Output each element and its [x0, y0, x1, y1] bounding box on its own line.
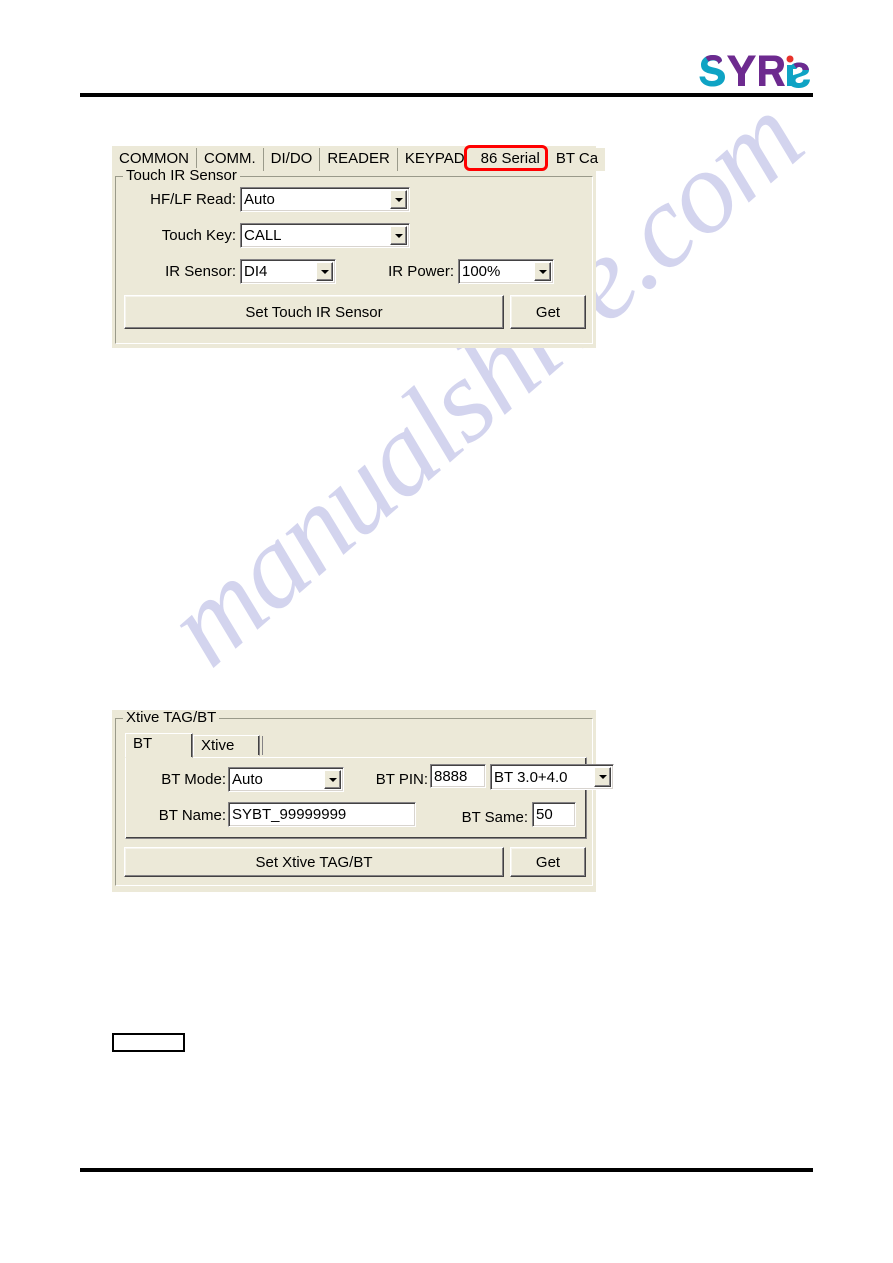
xtive-tag-bt-panel: Xtive TAG/BT BT Xtive BT Mode: Auto BT P…: [112, 710, 614, 892]
chevron-down-icon[interactable]: [594, 767, 611, 787]
logo-dot-icon: [786, 55, 794, 63]
ir-sensor-label: IR Sensor:: [165, 263, 236, 280]
get-xtive-tag-bt-button[interactable]: Get: [510, 847, 586, 877]
bt-pin-label: BT PIN:: [375, 771, 428, 788]
ir-power-label: IR Power:: [388, 263, 454, 280]
touch-key-combo[interactable]: CALL: [240, 223, 410, 248]
chevron-down-icon[interactable]: [390, 226, 407, 245]
tab-bt-ca[interactable]: BT Ca: [548, 148, 606, 171]
bt-same-input[interactable]: 50: [532, 802, 576, 827]
tab-reader[interactable]: READER: [320, 148, 398, 171]
set-xtive-tag-bt-button[interactable]: Set Xtive TAG/BT: [124, 847, 504, 877]
hf-lf-read-value: Auto: [244, 191, 275, 208]
bt-mode-label: BT Mode:: [161, 771, 226, 788]
syris-logo: [699, 52, 811, 88]
tab-strip-separator: [262, 736, 263, 755]
touch-key-label: Touch Key:: [161, 227, 236, 244]
tab-di-do[interactable]: DI/DO: [263, 148, 321, 171]
chevron-down-icon[interactable]: [390, 190, 407, 209]
tab-bt[interactable]: BT: [125, 733, 193, 758]
header-rule: [80, 93, 813, 97]
chevron-down-icon[interactable]: [324, 770, 341, 789]
chevron-down-icon[interactable]: [316, 262, 333, 281]
bt-mode-combo[interactable]: Auto: [228, 767, 344, 792]
get-touch-ir-sensor-button[interactable]: Get: [510, 295, 586, 329]
empty-placeholder-box: [112, 1033, 185, 1052]
ir-sensor-combo[interactable]: DI4: [240, 259, 336, 284]
bt-same-label: BT Same:: [461, 809, 528, 826]
hf-lf-read-combo[interactable]: Auto: [240, 187, 410, 212]
bt-version-combo[interactable]: BT 3.0+4.0: [490, 764, 614, 790]
xtive-tag-bt-groupbox: Xtive TAG/BT BT Xtive BT Mode: Auto BT P…: [115, 710, 614, 886]
ir-power-value: 100%: [462, 263, 501, 280]
chevron-down-icon[interactable]: [534, 262, 551, 281]
touch-ir-sensor-group-title: Touch IR Sensor: [123, 168, 240, 184]
bt-name-input[interactable]: SYBT_99999999: [228, 802, 416, 827]
tab-86-serial[interactable]: 86 Serial: [471, 148, 549, 171]
tab-xtive[interactable]: Xtive: [193, 735, 260, 756]
xtive-tag-bt-group-title: Xtive TAG/BT: [123, 710, 220, 726]
bt-version-value: BT 3.0+4.0: [494, 768, 568, 786]
tab-keypad[interactable]: KEYPAD: [397, 148, 472, 171]
touch-ir-sensor-groupbox: Touch IR Sensor HF/LF Read: Auto Touch K…: [115, 168, 593, 344]
bt-mode-value: Auto: [232, 771, 263, 788]
footer-rule: [80, 1168, 813, 1172]
touch-key-value: CALL: [244, 227, 282, 244]
ir-sensor-value: DI4: [244, 263, 268, 280]
bt-xtive-tab-strip: BT Xtive: [125, 733, 305, 758]
bt-tab-body: BT Mode: Auto BT PIN: 8888 BT 3.0+4.0 BT…: [125, 757, 614, 839]
logo-letter-r: [759, 55, 785, 86]
bt-pin-input[interactable]: 8888: [430, 764, 486, 788]
touch-ir-sensor-panel: COMMON COMM. DI/DO READER KEYPAD 86 Seri…: [112, 145, 606, 348]
logo-letter-y: [727, 55, 756, 86]
ir-power-combo[interactable]: 100%: [458, 259, 554, 284]
hf-lf-read-label: HF/LF Read:: [150, 191, 236, 208]
logo-letter-s1-accent: [705, 55, 722, 64]
bt-name-label: BT Name:: [158, 807, 226, 824]
set-touch-ir-sensor-button[interactable]: Set Touch IR Sensor: [124, 295, 504, 329]
